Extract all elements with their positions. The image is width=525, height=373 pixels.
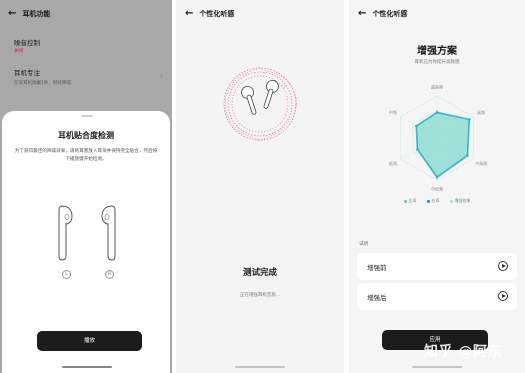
back-arrow-icon[interactable]: ← xyxy=(358,9,366,19)
home-indicator[interactable] xyxy=(412,366,462,368)
radar-point xyxy=(436,175,438,178)
legend-label: 增强效果 xyxy=(454,198,471,203)
legend-dot xyxy=(426,199,430,203)
test-complete-title: 测试完成 xyxy=(242,268,277,278)
radar-axis-label: 低频 xyxy=(389,160,397,166)
home-indicator[interactable] xyxy=(62,366,112,368)
home-indicator[interactable] xyxy=(235,366,285,368)
radar-axis-label: 中低频 xyxy=(431,186,443,192)
chart-legend: 左耳 右耳 增强效果 xyxy=(349,198,525,204)
after-option-card[interactable]: 增强后 xyxy=(357,283,517,310)
right-earbud-indicator: R xyxy=(105,270,114,279)
header: ← 个性化听感 xyxy=(358,9,407,19)
preview-section-label: 试听 xyxy=(359,242,369,247)
hearing-radar-chart: 超高频高频中高频中低频 低频 中频 xyxy=(389,84,487,192)
left-earbud-indicator: L xyxy=(62,270,71,279)
sheet-description: 为了获得最佳的降噪效果，请将耳塞放入耳朵并保持完全贴合，然后按下播放键开始检测。 xyxy=(14,149,158,162)
sheet-title: 耳机贴合度检测 xyxy=(58,131,114,140)
radar-axis-label: 中频 xyxy=(389,109,397,115)
option-label: 增强后 xyxy=(367,294,387,302)
focus-mode-description: 在双耳机佩戴1秒，继续降噪 xyxy=(14,81,71,86)
legend-item: 左耳 xyxy=(403,198,417,204)
legend-dot xyxy=(449,199,453,203)
test-status-subtitle: 正在增强耳机音质... xyxy=(239,293,281,298)
play-circle-icon[interactable] xyxy=(498,291,508,301)
sheet-handle[interactable] xyxy=(81,115,93,117)
radar-axis-label: 高频 xyxy=(477,109,485,115)
plan-subtitle: 耳机已为你提升高频感 xyxy=(414,60,460,65)
noise-control-status: 关闭 xyxy=(14,49,23,54)
legend-label: 右耳 xyxy=(431,198,440,203)
play-circle-icon[interactable] xyxy=(498,261,508,271)
legend-label: 左耳 xyxy=(408,198,417,203)
legend-dot xyxy=(403,199,407,203)
legend-item: 右耳 xyxy=(426,198,440,204)
back-arrow-icon[interactable]: ← xyxy=(8,9,16,19)
panel-hearing-test: ← 个性化听感 测试完成 正在增强耳机音质... xyxy=(176,0,344,373)
back-arrow-icon[interactable]: ← xyxy=(185,9,193,19)
radar-point xyxy=(416,148,419,151)
page-title: 个性化听感 xyxy=(199,10,235,18)
panel-earbud-functions: ← 耳机功能 噪音控制 关闭 耳机专注 在双耳机佩戴1秒，继续降噪 › 耳机贴合… xyxy=(0,0,172,373)
earbuds-sound-wave-icon xyxy=(223,67,297,141)
radar-point xyxy=(436,111,438,114)
header: ← 耳机功能 xyxy=(8,9,50,19)
noise-control-label[interactable]: 噪音控制 xyxy=(14,37,40,47)
earbuds-illustration-icon xyxy=(58,205,116,261)
panel-enhancement-plan: ← 个性化听感 增强方案 耳机已为你提升高频感 超高频 高频 中高频 中低频 低频 中频 … xyxy=(349,0,525,373)
legend-item: 增强效果 xyxy=(449,198,471,204)
radar-axis-label: 超高频 xyxy=(431,84,443,90)
radar-axis-label: 中高频 xyxy=(475,160,487,166)
radar-point xyxy=(468,118,471,121)
radar-point xyxy=(466,154,469,157)
play-button[interactable]: 播放 xyxy=(37,331,142,351)
fit-test-sheet: 耳机贴合度检测 为了获得最佳的降噪效果，请将耳塞放入耳朵并保持完全贴合，然后按下… xyxy=(2,111,170,373)
chevron-right-icon: › xyxy=(160,71,164,80)
watermark-text: 知乎 @阿东 xyxy=(424,344,502,360)
header: ← 个性化听感 xyxy=(185,9,234,19)
option-label: 增强前 xyxy=(367,264,387,272)
page-title: 个性化听感 xyxy=(372,10,408,18)
plan-title: 增强方案 xyxy=(417,46,457,57)
page-title: 耳机功能 xyxy=(22,10,51,18)
radar-point xyxy=(415,125,418,128)
before-option-card[interactable]: 增强前 xyxy=(357,253,517,280)
focus-mode-label[interactable]: 耳机专注 xyxy=(14,67,40,77)
